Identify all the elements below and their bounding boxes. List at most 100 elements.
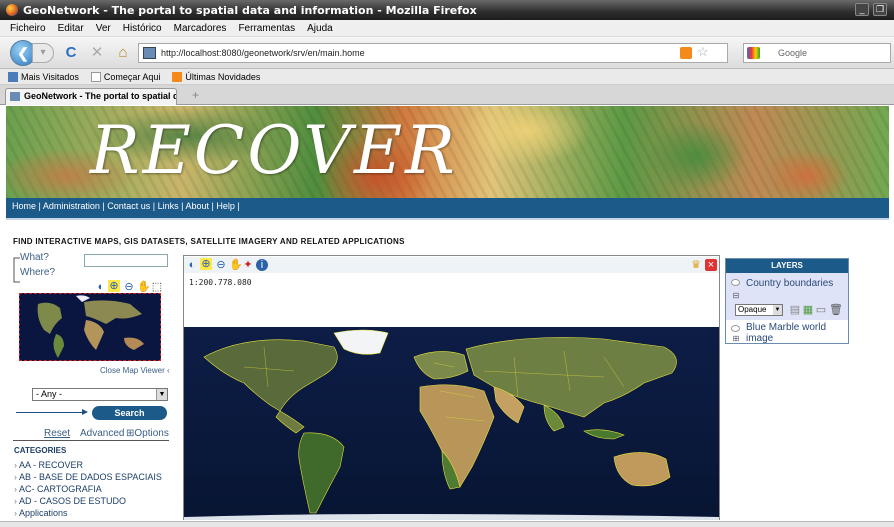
reset-link[interactable]: Reset [44, 428, 70, 439]
layer-country-boundaries[interactable]: Country boundaries ⊟ Opaque ▼ ▤ ▦ ▭ 🗑 [726, 273, 848, 320]
tab-geonetwork[interactable]: GeoNetwork - The portal to spatial d... [5, 88, 177, 105]
where-label: Where? [20, 267, 56, 278]
zoom-extent-icon[interactable]: ◐ [95, 281, 107, 293]
nav-divider [6, 218, 889, 220]
reload-icon[interactable]: C [62, 44, 80, 62]
legend-icon[interactable]: ▦ [802, 304, 814, 316]
delete-layer-icon[interactable]: 🗑 [829, 304, 843, 316]
window-titlebar: GeoNetwork - The portal to spatial data … [0, 0, 894, 20]
pan-hand-icon[interactable]: ✋ [229, 259, 243, 271]
home-icon[interactable]: ⌂ [114, 44, 132, 62]
chevron-down-icon: ▼ [156, 389, 167, 400]
nav-help[interactable]: Help [216, 201, 235, 211]
pin-icon[interactable]: ✦ [242, 259, 254, 271]
nav-separator: | [150, 201, 158, 211]
zoom-extent-icon[interactable]: ◐ [186, 259, 198, 271]
layers-panel: LAYERS Country boundaries ⊟ Opaque ▼ ▤ ▦… [725, 258, 849, 344]
menu-marcadores[interactable]: Marcadores [174, 23, 227, 34]
zoom-in-icon[interactable]: ⊕ [108, 280, 120, 292]
what-label: What? [20, 252, 49, 263]
expand-icon[interactable]: ⊟ [730, 290, 742, 302]
opacity-value: Opaque [738, 305, 767, 314]
nav-links[interactable]: Links [158, 201, 179, 211]
style-icon[interactable]: ▭ [815, 304, 827, 316]
category-item[interactable]: AC- CARTOGRAFIA [14, 484, 162, 496]
category-item[interactable]: AD - CASOS DE ESTUDO [14, 496, 162, 508]
url-bar[interactable]: http://localhost:8080/geonetwork/srv/en/… [138, 43, 728, 63]
zoom-out-icon[interactable]: ⊖ [123, 281, 135, 293]
nav-administration[interactable]: Administration [43, 201, 100, 211]
window-title: GeoNetwork - The portal to spatial data … [23, 3, 477, 17]
close-icon[interactable]: × [705, 259, 717, 271]
visibility-icon[interactable] [731, 279, 740, 286]
minimize-button[interactable]: _ [855, 3, 869, 16]
menu-ver[interactable]: Ver [96, 23, 111, 34]
opacity-select[interactable]: Opaque ▼ [735, 304, 783, 316]
menu-historico[interactable]: Histórico [123, 23, 162, 34]
nav-separator: | [36, 201, 43, 211]
rss-icon [172, 71, 183, 82]
metadata-icon[interactable]: ▤ [789, 304, 801, 316]
what-input[interactable] [84, 254, 168, 267]
world-map[interactable] [184, 327, 719, 520]
menu-ficheiro[interactable]: Ficheiro [10, 23, 46, 34]
forward-button[interactable]: ▾ [32, 42, 54, 63]
bookmark-mais-visitados[interactable]: Mais Visitados [8, 71, 79, 82]
nav-about[interactable]: About [185, 201, 209, 211]
search-engine-box[interactable]: Google [743, 43, 891, 63]
options-toggle[interactable]: ⊞Options [126, 428, 169, 439]
bookmark-label: Começar Aqui [103, 71, 161, 82]
menu-ferramentas[interactable]: Ferramentas [238, 23, 295, 34]
select-area-icon[interactable]: ⬚ [151, 281, 163, 293]
expand-icon[interactable]: ⊞ [730, 333, 742, 345]
page-icon [90, 71, 101, 82]
layer-name: Country boundaries [746, 278, 834, 289]
layer-blue-marble[interactable]: Blue Marble world image [746, 322, 846, 344]
banner-title: RECOVER [90, 112, 458, 189]
menu-ajuda[interactable]: Ajuda [307, 23, 333, 34]
restore-button[interactable]: ❐ [873, 3, 887, 16]
pan-hand-icon[interactable]: ✋ [137, 281, 151, 293]
zoom-in-icon[interactable]: ⊕ [200, 258, 212, 270]
region-select[interactable]: - Any - ▼ [32, 388, 168, 401]
horizontal-scrollbar[interactable] [0, 521, 894, 527]
tab-label: GeoNetwork - The portal to spatial d... [24, 91, 177, 101]
nav-home[interactable]: Home [12, 201, 36, 211]
advanced-link[interactable]: Advanced [80, 428, 124, 439]
categories-divider [13, 440, 169, 441]
stop-icon[interactable]: ✕ [88, 44, 106, 62]
overview-minimap[interactable] [19, 293, 161, 361]
site-nav: Home | Administration | Contact us | Lin… [6, 198, 889, 218]
rss-icon[interactable] [680, 47, 692, 59]
search-button[interactable]: Search [92, 406, 167, 420]
page-headline: FIND INTERACTIVE MAPS, GIS DATASETS, SAT… [13, 237, 405, 246]
bookmark-comecar-aqui[interactable]: Começar Aqui [90, 71, 161, 82]
site-favicon [143, 47, 156, 59]
print-icon[interactable]: ♛ [690, 259, 702, 271]
new-tab-button[interactable]: + [192, 88, 199, 102]
category-item[interactable]: Applications [14, 508, 162, 520]
category-item[interactable]: AB - BASE DE DADOS ESPACIAIS [14, 472, 162, 484]
bookmark-star-icon[interactable]: ☆ [697, 44, 709, 60]
tab-favicon [10, 92, 20, 101]
site-banner: RECOVER [6, 106, 889, 198]
map-scale: 1:200.778.080 [189, 278, 252, 287]
zoom-out-icon[interactable]: ⊖ [215, 259, 227, 271]
close-map-viewer-link[interactable]: Close Map Viewer ‹ [100, 366, 170, 375]
category-item[interactable]: AA - RECOVER [14, 460, 162, 472]
visibility-icon[interactable] [731, 325, 740, 332]
layers-heading: LAYERS [726, 259, 848, 273]
bookmark-label: Últimas Novidades [185, 71, 261, 82]
menu-editar[interactable]: Editar [58, 23, 84, 34]
categories-heading: CATEGORIES [14, 446, 67, 455]
bookmark-ultimas-novidades[interactable]: Últimas Novidades [172, 71, 261, 82]
map-toolbar: ◐ ⊕ ⊖ ✋ ✦ i ♛ × [184, 257, 719, 273]
search-arrow [16, 409, 88, 415]
info-icon[interactable]: i [256, 259, 268, 271]
nav-contact[interactable]: Contact us [107, 201, 150, 211]
google-icon [747, 47, 760, 59]
search-placeholder: Google [778, 48, 808, 58]
navigation-toolbar: ❮ ▾ C ✕ ⌂ http://localhost:8080/geonetwo… [0, 37, 894, 69]
bookmark-label: Mais Visitados [21, 71, 79, 82]
url-text: http://localhost:8080/geonetwork/srv/en/… [161, 48, 365, 58]
